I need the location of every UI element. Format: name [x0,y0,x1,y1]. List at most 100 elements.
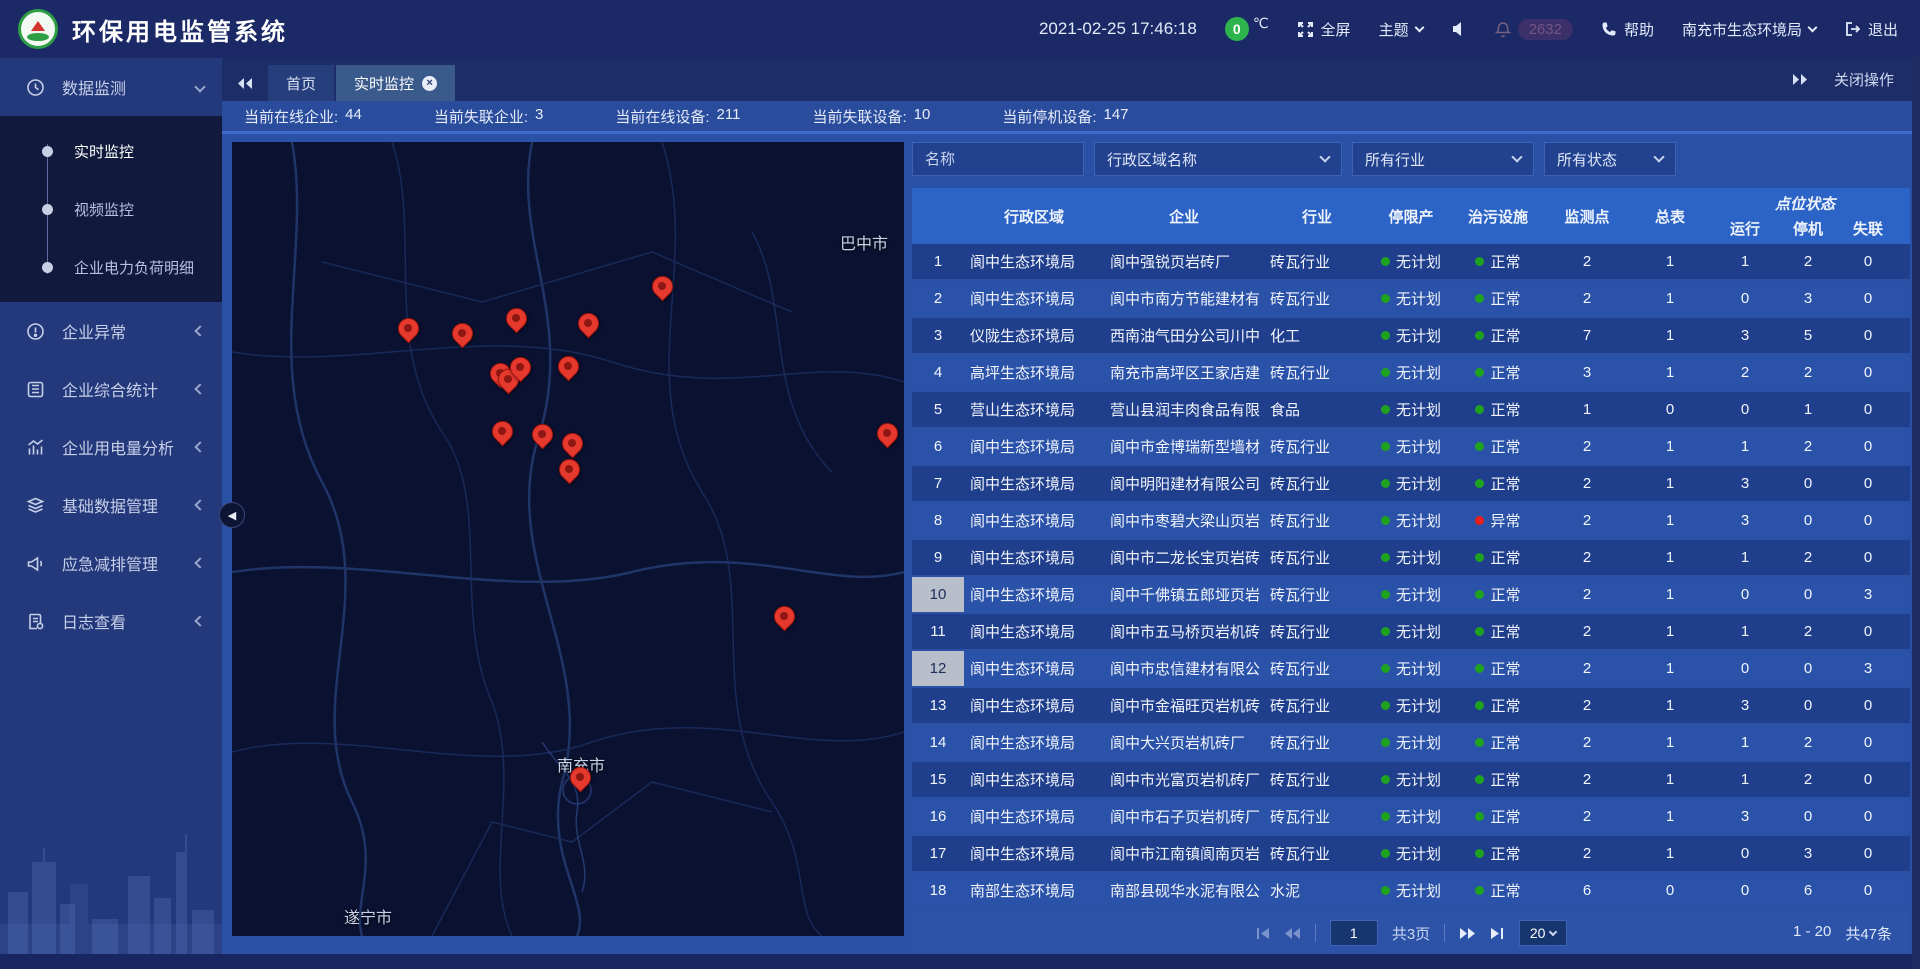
fullscreen-button[interactable]: 全屏 [1297,19,1351,40]
cell-running: 0 [1710,660,1780,677]
map[interactable]: 巴中市南充市遂宁市 [232,142,904,936]
cell-region: 阆中生态环境局 [964,621,1104,642]
log-file-icon [26,612,48,631]
cell-pollution-facility: 正常 [1452,288,1544,309]
sidebar-item-video-monitor[interactable]: 视频监控 [0,180,222,238]
map-pin[interactable] [577,312,599,342]
cell-industry: 砖瓦行业 [1264,436,1370,457]
page-size-value: 20 [1530,925,1546,941]
map-pin[interactable] [651,275,673,305]
table-row[interactable]: 10 阆中生态环境局 阆中千佛镇五郎垭页岩 砖瓦行业 无计划 正常 2 1 0 … [912,577,1910,612]
notifications[interactable]: 2632 [1495,19,1573,40]
table-row[interactable]: 18 南部生态环境局 南部县砚华水泥有限公 水泥 无计划 正常 6 0 0 6 … [912,873,1910,908]
table-row[interactable]: 12 阆中生态环境局 阆中市忠信建材有限公 砖瓦行业 无计划 正常 2 1 0 … [912,651,1910,686]
sidebar-item-realtime-monitor[interactable]: 实时监控 [0,122,222,180]
table-row[interactable]: 7 阆中生态环境局 阆中明阳建材有限公司 砖瓦行业 无计划 正常 2 1 3 0… [912,466,1910,501]
help-button[interactable]: 帮助 [1601,19,1654,40]
cell-company: 阆中市五马桥页岩机砖 [1104,621,1264,642]
map-pin[interactable] [558,458,580,488]
table-row[interactable]: 17 阆中生态环境局 阆中市江南镇阆南页岩 砖瓦行业 无计划 正常 2 1 0 … [912,836,1910,871]
page-size-select[interactable]: 20 [1519,920,1567,946]
cell-offline: 0 [1836,475,1900,492]
tab-close-icon[interactable]: × [422,76,437,91]
cell-production-limit: 无计划 [1370,806,1452,827]
name-search-input[interactable] [912,142,1084,176]
table-row[interactable]: 8 阆中生态环境局 阆中市枣碧大梁山页岩 砖瓦行业 无计划 异常 2 1 3 0… [912,503,1910,538]
theme-dropdown[interactable]: 主题 [1379,19,1423,40]
cell-stopped: 2 [1780,253,1836,270]
range-label: 1 - 20 [1793,923,1831,944]
cell-pollution-facility: 正常 [1452,325,1544,346]
cell-company: 西南油气田分公司川中 [1104,325,1264,346]
status-dot [1475,294,1484,303]
page-number-input[interactable] [1330,920,1378,946]
cell-total-meters: 1 [1630,475,1710,492]
status-dot [1381,590,1390,599]
table-row[interactable]: 16 阆中生态环境局 阆中市石子页岩机砖厂 砖瓦行业 无计划 正常 2 1 3 … [912,799,1910,834]
cell-stopped: 2 [1780,438,1836,455]
table-row[interactable]: 15 阆中生态环境局 阆中市光富页岩机砖厂 砖瓦行业 无计划 正常 2 1 1 … [912,762,1910,797]
sidebar-item-power-load-detail[interactable]: 企业电力负荷明细 [0,238,222,296]
tabs-scroll-left-button[interactable] [222,65,268,101]
map-pin[interactable] [451,322,473,352]
status-select[interactable]: 所有状态 [1544,142,1676,176]
sidebar-item-log-view[interactable]: 日志查看 [0,592,222,650]
map-pin[interactable] [876,422,898,452]
cell-index: 7 [912,475,964,492]
cell-industry: 砖瓦行业 [1264,843,1370,864]
cell-production-limit: 无计划 [1370,584,1452,605]
map-collapse-button[interactable]: ◀ [219,502,245,528]
sidebar: 数据监测 实时监控 视频监控 企业电力负荷明细 企业异常 [0,58,222,954]
cell-total-meters: 1 [1630,808,1710,825]
status-dot [1381,886,1390,895]
table-row[interactable]: 9 阆中生态环境局 阆中市二龙长宝页岩砖 砖瓦行业 无计划 正常 2 1 1 2… [912,540,1910,575]
industry-select[interactable]: 所有行业 [1352,142,1534,176]
sidebar-item-data-monitoring[interactable]: 数据监测 [0,58,222,116]
cell-running: 1 [1710,771,1780,788]
stat-offline-devices: 当前失联设备: 10 [812,106,930,127]
sidebar-item-base-data[interactable]: 基础数据管理 [0,476,222,534]
map-pin[interactable] [509,356,531,386]
mute-button[interactable] [1451,21,1467,37]
cell-index: 2 [912,290,964,307]
cell-running: 1 [1710,253,1780,270]
region-select[interactable]: 行政区域名称 [1094,142,1342,176]
sidebar-item-company-abnormal[interactable]: 企业异常 [0,302,222,360]
sidebar-item-company-stats[interactable]: 企业综合统计 [0,360,222,418]
map-pin[interactable] [569,766,591,796]
table-row[interactable]: 4 高坪生态环境局 南充市高坪区王家店建 砖瓦行业 无计划 正常 3 1 2 2… [912,355,1910,390]
table-row[interactable]: 6 阆中生态环境局 阆中市金博瑞新型墙材 砖瓦行业 无计划 正常 2 1 1 2… [912,429,1910,464]
sidebar-item-power-analysis[interactable]: 企业用电量分析 [0,418,222,476]
map-pin[interactable] [531,423,553,453]
table-row[interactable]: 14 阆中生态环境局 阆中大兴页岩机砖厂 砖瓦行业 无计划 正常 2 1 1 2… [912,725,1910,760]
cell-pollution-facility: 正常 [1452,584,1544,605]
next-page-button[interactable] [1459,927,1476,940]
column-header-pollution-facility: 治污设施 [1452,188,1544,244]
map-pin[interactable] [773,605,795,635]
prev-page-button[interactable] [1284,927,1301,940]
map-pin[interactable] [505,307,527,337]
logout-button[interactable]: 退出 [1844,19,1898,40]
map-pin[interactable] [491,420,513,450]
table-row[interactable]: 11 阆中生态环境局 阆中市五马桥页岩机砖 砖瓦行业 无计划 正常 2 1 1 … [912,614,1910,649]
cell-industry: 砖瓦行业 [1264,362,1370,383]
double-chevron-right-icon[interactable] [1792,73,1808,86]
tab-realtime-monitor[interactable]: 实时监控 × [336,65,455,101]
table-row[interactable]: 5 营山生态环境局 营山县润丰肉食品有限 食品 无计划 正常 1 0 0 1 0 [912,392,1910,427]
table-row[interactable]: 13 阆中生态环境局 阆中市金福旺页岩机砖 砖瓦行业 无计划 正常 2 1 3 … [912,688,1910,723]
fullscreen-icon [1297,21,1314,38]
sidebar-item-emergency-reduction[interactable]: 应急减排管理 [0,534,222,592]
table-row[interactable]: 1 阆中生态环境局 阆中强锐页岩砖厂 砖瓦行业 无计划 正常 2 1 1 2 0 [912,244,1910,279]
close-operations-button[interactable]: 关闭操作 [1834,69,1894,90]
map-pin[interactable] [397,317,419,347]
tab-label: 首页 [286,73,316,94]
first-page-button[interactable] [1255,927,1270,940]
last-page-button[interactable] [1490,927,1505,940]
map-pin[interactable] [557,355,579,385]
table-row[interactable]: 2 阆中生态环境局 阆中市南方节能建材有 砖瓦行业 无计划 正常 2 1 0 3… [912,281,1910,316]
stat-value: 3 [535,106,543,127]
org-dropdown[interactable]: 南充市生态环境局 [1682,19,1816,40]
chevron-down-icon [1808,23,1818,33]
table-row[interactable]: 3 仪陇生态环境局 西南油气田分公司川中 化工 无计划 正常 7 1 3 5 0 [912,318,1910,353]
tab-home[interactable]: 首页 [268,65,334,101]
